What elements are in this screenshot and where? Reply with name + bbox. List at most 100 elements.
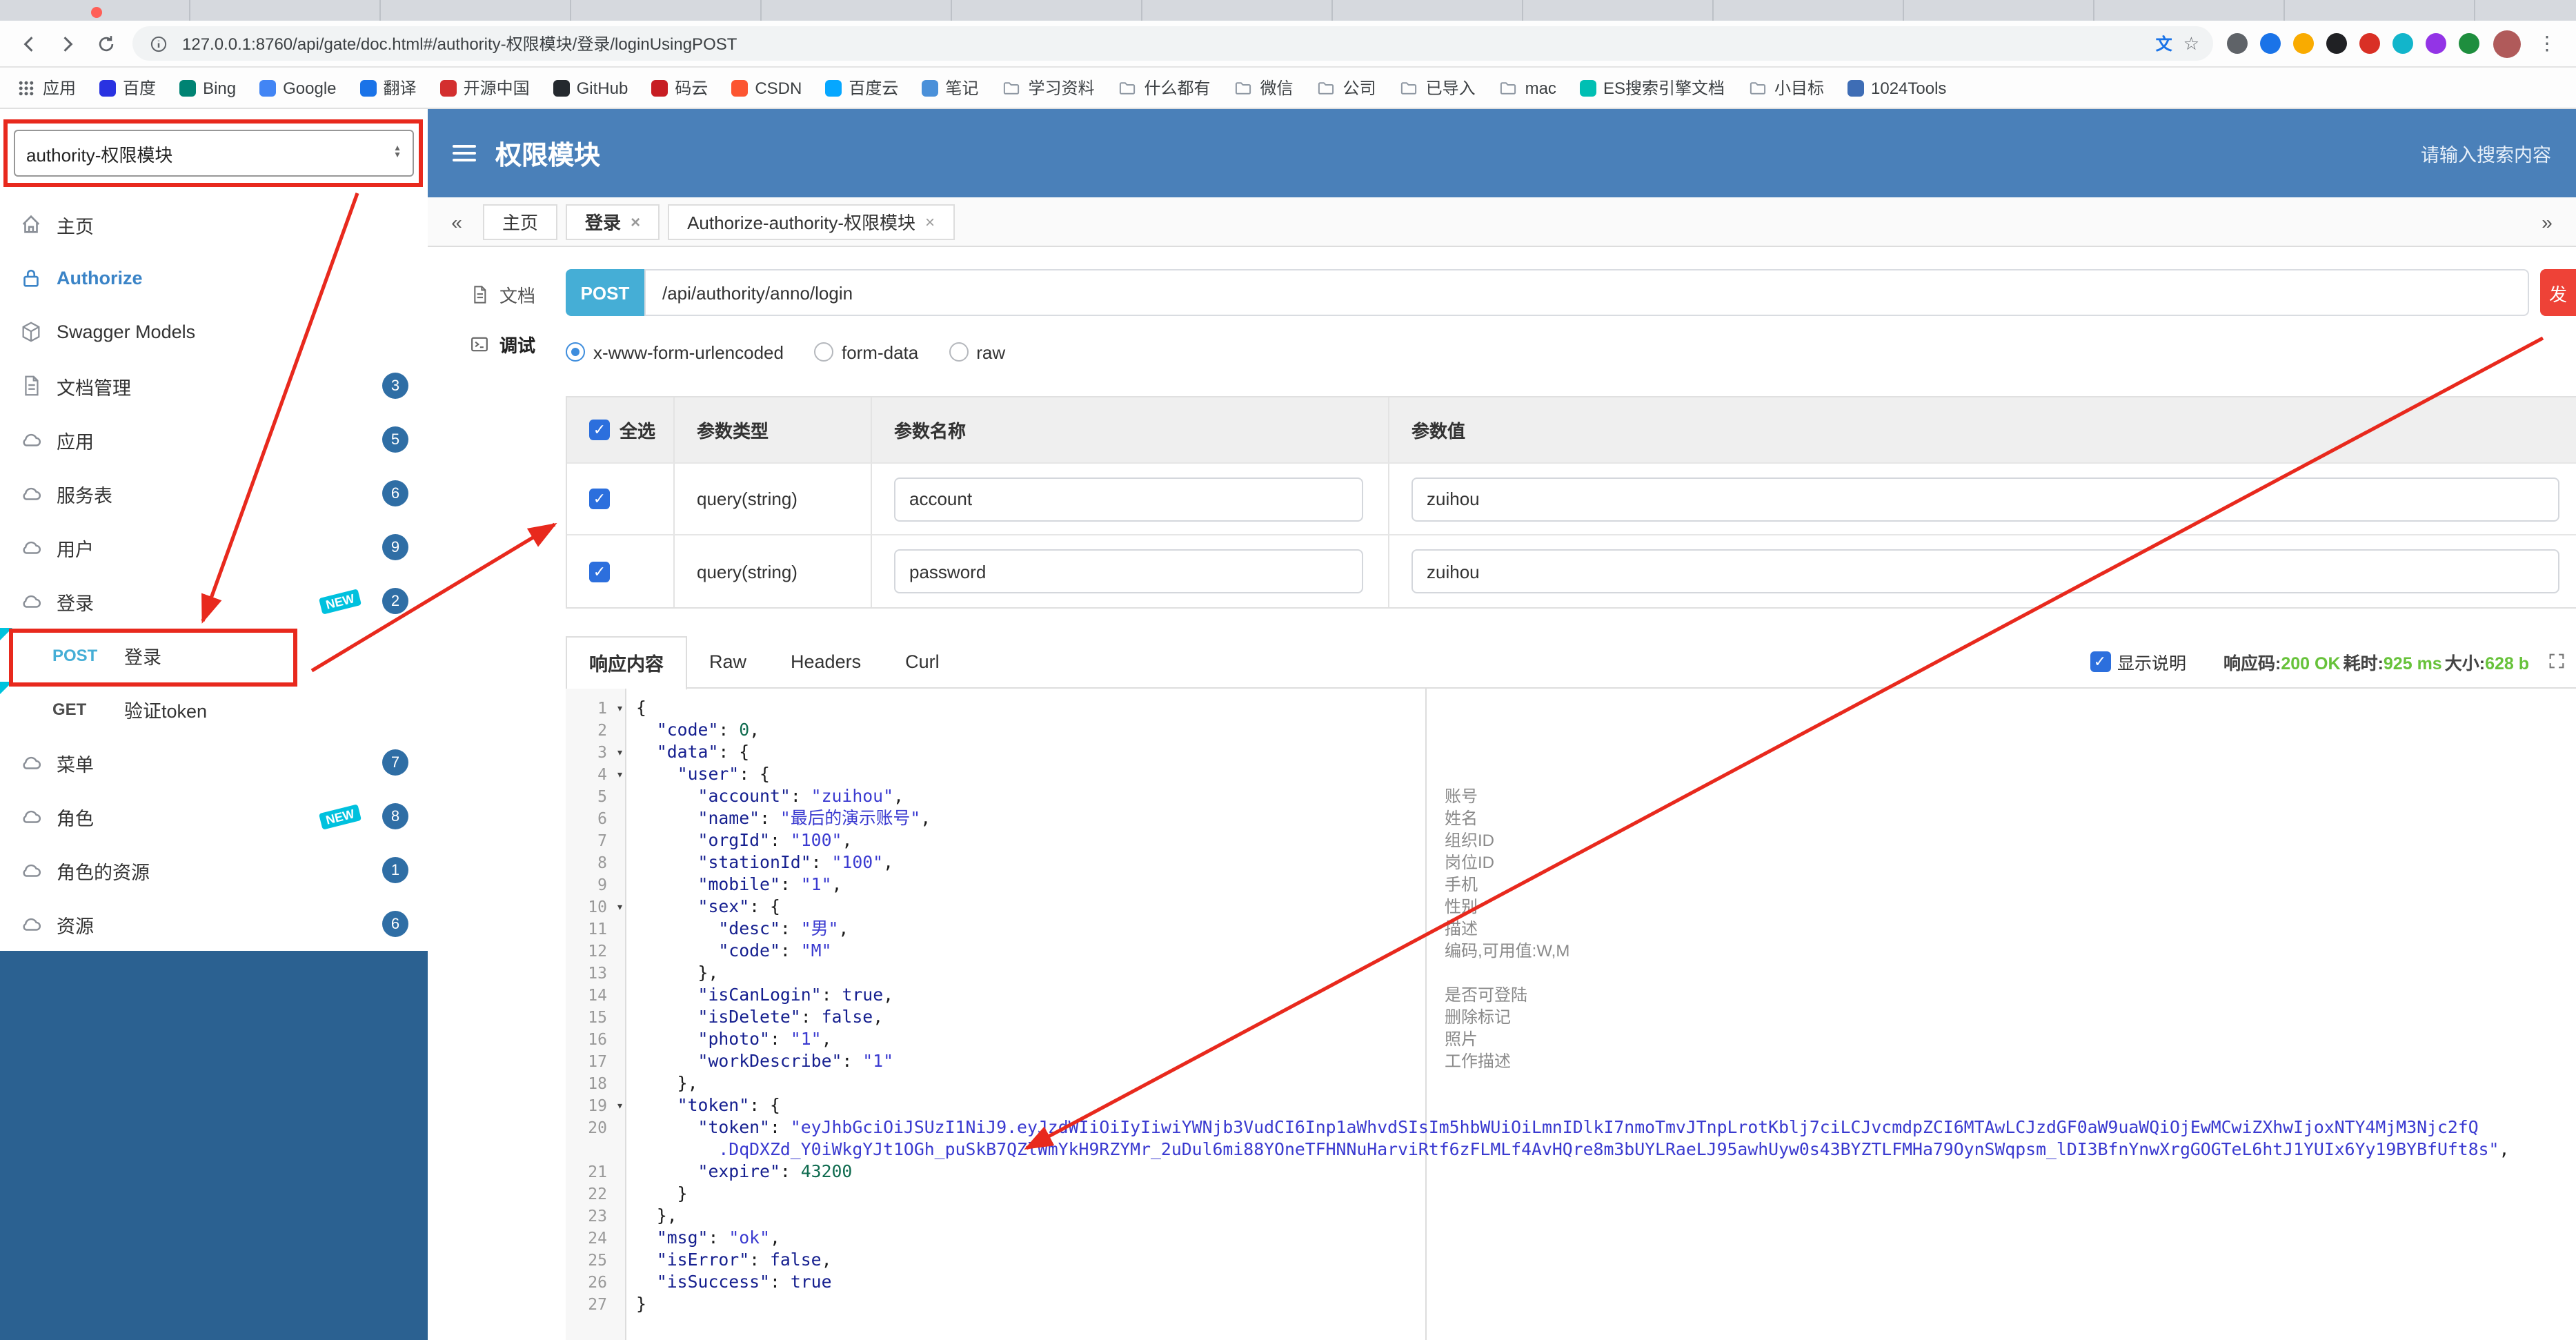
fold-arrow-icon[interactable]: ▾ bbox=[616, 1096, 624, 1118]
fold-arrow-icon[interactable]: ▾ bbox=[616, 698, 624, 720]
bookmark-item[interactable]: 已导入 bbox=[1400, 76, 1476, 99]
param-name-input[interactable]: account bbox=[894, 477, 1363, 521]
radio-icon[interactable] bbox=[813, 342, 833, 362]
param-name-input[interactable]: password bbox=[894, 549, 1363, 593]
bookmark-item[interactable]: 什么都有 bbox=[1118, 76, 1211, 99]
sidebar-item-role-resource[interactable]: 角色的资源 1 bbox=[0, 843, 428, 897]
bookmark-star-icon[interactable]: ☆ bbox=[2183, 32, 2199, 55]
sidebar-item-authorize[interactable]: Authorize bbox=[0, 251, 428, 305]
line-number: 23 bbox=[588, 1206, 607, 1225]
tab-主页[interactable]: 主页 bbox=[483, 204, 558, 239]
doc-tab-文档[interactable]: 文档 bbox=[428, 269, 566, 319]
address-bar[interactable]: 127.0.0.1:8760/api/gate/doc.html#/author… bbox=[132, 26, 2213, 61]
show-desc-checkbox[interactable]: ✓ bbox=[2090, 651, 2110, 672]
content-type-option[interactable]: form-data bbox=[813, 342, 918, 362]
bookmark-item[interactable]: Bing bbox=[179, 78, 236, 97]
response-tab-Headers[interactable]: Headers bbox=[769, 635, 883, 688]
api-group-select[interactable]: authority-权限模块 ▲ ▼ bbox=[14, 130, 414, 177]
sidebar-item-service[interactable]: 服务表 6 bbox=[0, 466, 428, 520]
browser-tabs[interactable] bbox=[0, 0, 2576, 21]
sidebar-item-resource[interactable]: 资源 6 bbox=[0, 897, 428, 951]
request-url-input[interactable]: /api/authority/anno/login bbox=[644, 269, 2529, 316]
code-token: : bbox=[769, 1116, 791, 1137]
extension-icon[interactable] bbox=[2459, 33, 2479, 54]
extension-icon[interactable] bbox=[2227, 33, 2248, 54]
close-tab-icon[interactable]: × bbox=[631, 212, 640, 231]
bookmark-item[interactable]: 公司 bbox=[1317, 76, 1376, 99]
bookmark-item[interactable]: ES搜索引擎文档 bbox=[1579, 76, 1725, 99]
response-tab-Curl[interactable]: Curl bbox=[883, 635, 962, 688]
extension-icon[interactable] bbox=[2293, 33, 2314, 54]
bookmark-item[interactable]: 学习资料 bbox=[1002, 76, 1094, 99]
param-value-input[interactable]: zuihou bbox=[1411, 477, 2559, 521]
bookmark-item[interactable]: 开源中国 bbox=[439, 76, 530, 99]
param-value-input[interactable]: zuihou bbox=[1411, 549, 2559, 593]
window-close-button[interactable] bbox=[91, 7, 102, 18]
select-arrows-icon: ▲ ▼ bbox=[393, 145, 402, 160]
api-item-login-post[interactable]: POST 登录 bbox=[0, 628, 428, 682]
tab-Authorize-authority-权限模块[interactable]: Authorize-authority-权限模块 × bbox=[668, 204, 955, 239]
fold-arrow-icon[interactable]: ▾ bbox=[616, 765, 624, 787]
code-token: : bbox=[790, 785, 811, 806]
extension-icon[interactable] bbox=[2260, 33, 2281, 54]
close-tab-icon[interactable]: × bbox=[925, 212, 935, 231]
sidebar-item-login[interactable]: 登录 NEW 2 bbox=[0, 574, 428, 628]
response-code-area[interactable]: 1 ▾ 2 3 ▾ 4 ▾ 5 6 7 8 9 10 ▾ 11 12 13 14 15 16 17 18 19 ▾ 20 21 22… bbox=[566, 689, 2576, 1340]
bookmark-item[interactable]: GitHub bbox=[553, 78, 628, 97]
info-icon[interactable] bbox=[146, 31, 171, 56]
sidebar-item-menu[interactable]: 菜单 7 bbox=[0, 736, 428, 789]
gutter-line: 17 bbox=[566, 1050, 625, 1072]
extension-icon[interactable] bbox=[2326, 33, 2347, 54]
profile-avatar[interactable] bbox=[2493, 30, 2521, 57]
content-type-option[interactable]: x-www-form-urlencoded bbox=[566, 342, 784, 362]
browser-menu-icon[interactable]: ⋮ bbox=[2535, 32, 2559, 55]
content-type-option[interactable]: raw bbox=[949, 342, 1005, 362]
translate-icon[interactable]: 文 bbox=[2156, 32, 2172, 55]
bookmark-item[interactable]: 微信 bbox=[1234, 76, 1294, 99]
extension-icon[interactable] bbox=[2392, 33, 2413, 54]
back-icon[interactable] bbox=[17, 31, 41, 56]
reload-icon[interactable] bbox=[94, 31, 119, 56]
tab-登录[interactable]: 登录 × bbox=[566, 204, 660, 239]
bookmark-item[interactable]: 百度 bbox=[99, 76, 156, 99]
forward-icon[interactable] bbox=[55, 31, 80, 56]
fold-arrow-icon[interactable]: ▾ bbox=[616, 742, 624, 765]
api-group-selected-value: authority-权限模块 bbox=[26, 144, 173, 165]
bookmark-item[interactable]: 笔记 bbox=[922, 76, 978, 99]
select-all-checkbox[interactable]: ✓ bbox=[589, 420, 610, 440]
bookmark-item[interactable]: mac bbox=[1499, 78, 1556, 97]
sidebar-item-docs[interactable]: 文档管理 3 bbox=[0, 359, 428, 413]
bookmark-item[interactable]: 1024Tools bbox=[1847, 78, 1946, 97]
response-tab-Raw[interactable]: Raw bbox=[687, 635, 769, 688]
bookmark-item[interactable]: 小目标 bbox=[1748, 76, 1824, 99]
send-button[interactable]: 发 bbox=[2540, 269, 2576, 316]
sidebar-item-user[interactable]: 用户 9 bbox=[0, 520, 428, 574]
response-tab-响应内容[interactable]: 响应内容 bbox=[566, 635, 687, 689]
api-item-label: 登录 bbox=[124, 647, 161, 667]
bookmark-item[interactable]: 翻译 bbox=[359, 76, 417, 99]
radio-icon[interactable] bbox=[566, 342, 585, 362]
extension-icon[interactable] bbox=[2359, 33, 2380, 54]
bookmark-item[interactable]: 码云 bbox=[651, 76, 708, 99]
tabs-scroll-right-icon[interactable]: » bbox=[2532, 210, 2562, 233]
bookmark-item[interactable]: CSDN bbox=[731, 78, 802, 97]
menu-toggle-icon[interactable] bbox=[453, 145, 476, 161]
row-checkbox[interactable]: ✓ bbox=[589, 561, 610, 582]
api-item-verify-token-get[interactable]: GET 验证token bbox=[0, 682, 428, 736]
bookmark-item[interactable]: 应用 bbox=[17, 76, 76, 99]
tabs-scroll-left-icon[interactable]: « bbox=[442, 210, 472, 233]
bookmark-item[interactable]: 百度云 bbox=[825, 76, 898, 99]
row-checkbox[interactable]: ✓ bbox=[589, 489, 610, 509]
bookmark-item[interactable]: Google bbox=[259, 78, 337, 97]
fold-arrow-icon[interactable]: ▾ bbox=[616, 897, 624, 919]
extension-icon[interactable] bbox=[2426, 33, 2446, 54]
sidebar-item-app[interactable]: 应用 5 bbox=[0, 413, 428, 466]
sidebar-item-role[interactable]: 角色 NEW 8 bbox=[0, 789, 428, 843]
expand-icon[interactable] bbox=[2547, 651, 2568, 672]
radio-icon[interactable] bbox=[949, 342, 969, 362]
sidebar-item-home[interactable]: 主页 bbox=[0, 197, 428, 251]
doc-tab-调试[interactable]: 调试 bbox=[428, 319, 566, 368]
header-search-input[interactable]: 请输入搜索内容 bbox=[2421, 139, 2551, 167]
sidebar-item-swagger-models[interactable]: Swagger Models bbox=[0, 305, 428, 359]
gutter-line: 14 bbox=[566, 984, 625, 1006]
